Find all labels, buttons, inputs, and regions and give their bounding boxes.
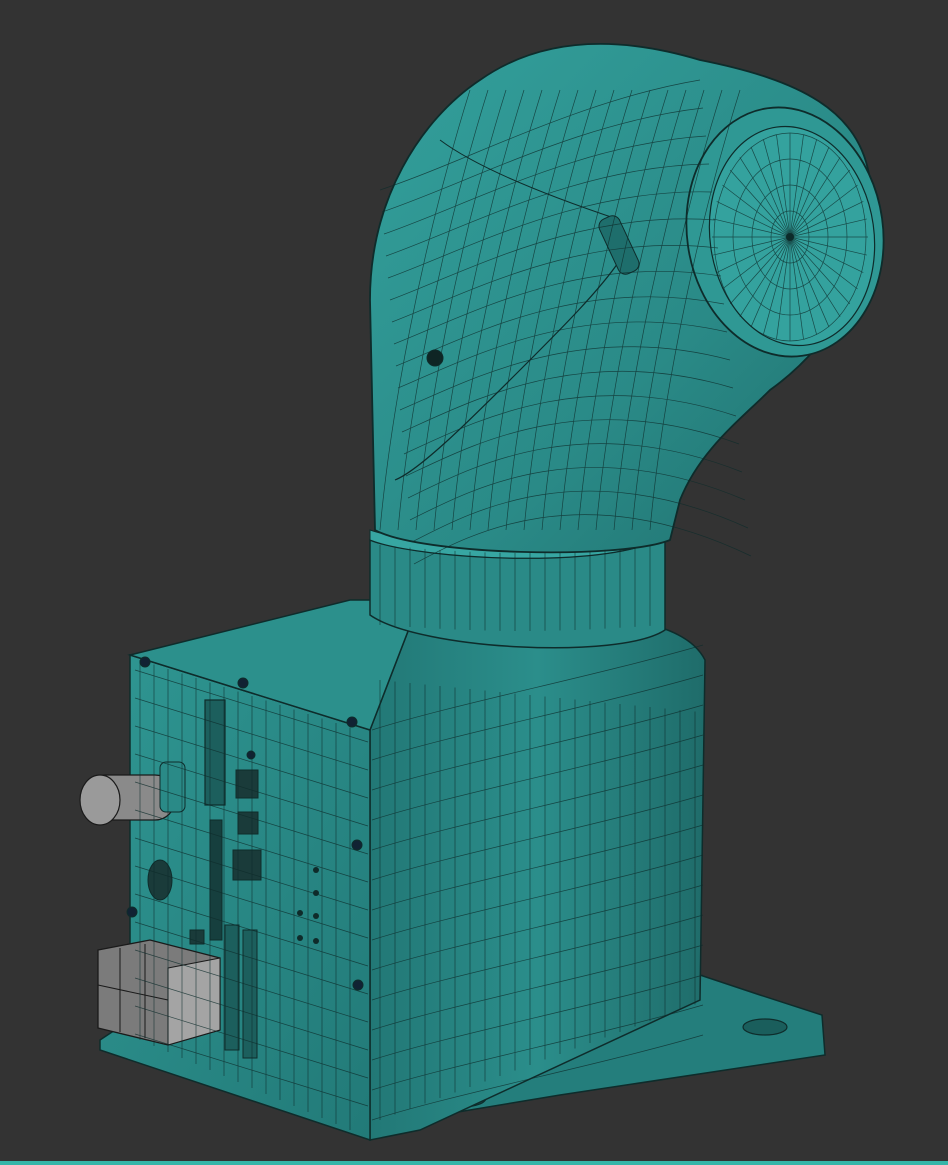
cable-clip (147, 859, 173, 901)
robot-render (79, 43, 885, 1142)
usb-port (237, 811, 259, 835)
terminal-strip (224, 924, 240, 1051)
led (297, 910, 303, 916)
power-connector (97, 939, 221, 1046)
mount-hole (742, 1018, 788, 1036)
led (297, 935, 303, 941)
led (313, 938, 319, 944)
led (313, 913, 319, 919)
screw (351, 839, 363, 851)
slot (209, 819, 223, 941)
3d-viewport[interactable] (0, 0, 948, 1165)
viewport-bottom-accent-bar (0, 1161, 948, 1165)
screw (237, 677, 249, 689)
screw (139, 656, 151, 668)
screw (126, 906, 138, 918)
screw (246, 750, 256, 760)
led (313, 867, 319, 873)
screw (346, 716, 358, 728)
terminal-strip (242, 929, 258, 1059)
usb-port (235, 769, 259, 799)
db-connector (204, 699, 226, 806)
switch (189, 929, 205, 945)
screw (352, 979, 364, 991)
